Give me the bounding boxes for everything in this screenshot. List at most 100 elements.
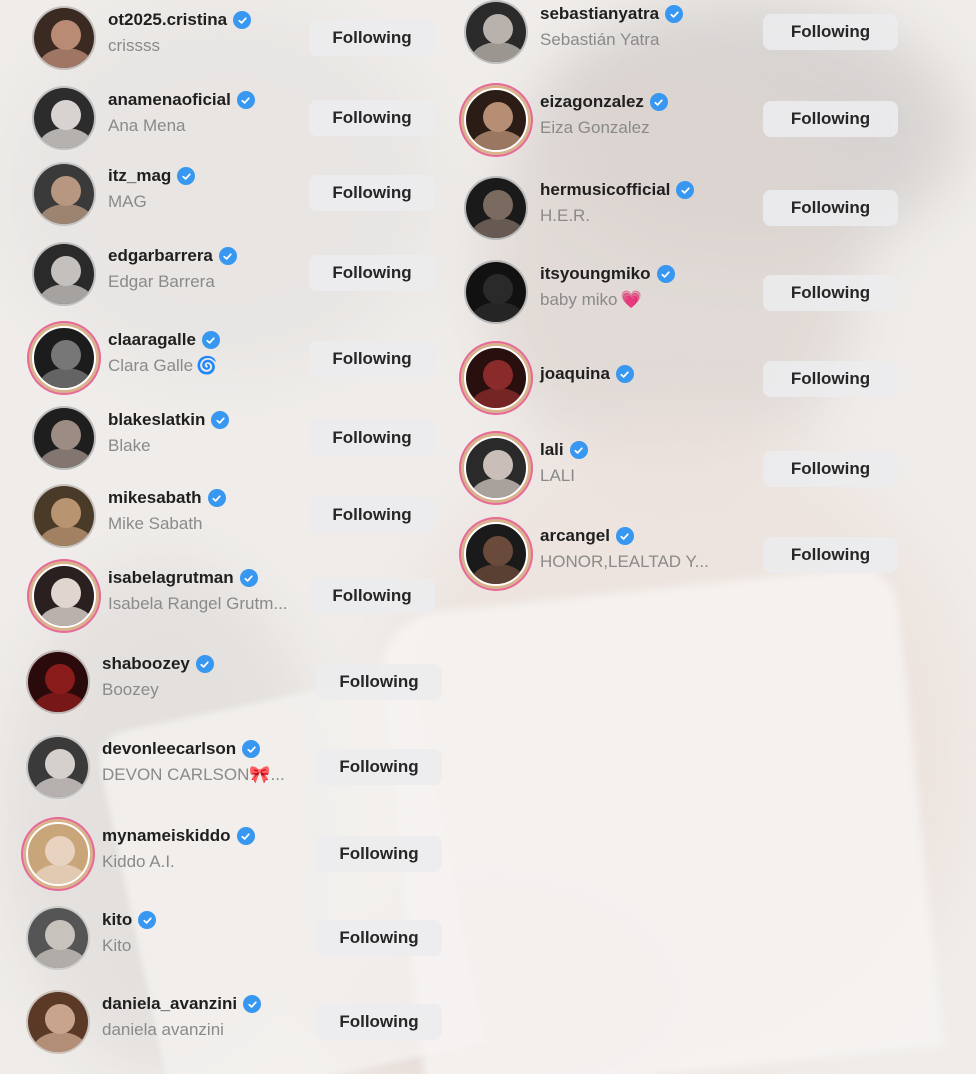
list-item[interactable]: shaboozey Boozey bbox=[26, 650, 326, 722]
following-button[interactable]: Following bbox=[309, 100, 435, 136]
username[interactable]: claaragalle bbox=[108, 330, 196, 350]
verified-badge-icon bbox=[211, 411, 230, 429]
verified-badge-icon bbox=[676, 181, 695, 199]
name-emoji: 💗 bbox=[620, 290, 642, 309]
display-name: Ana Mena bbox=[108, 116, 186, 135]
avatar[interactable] bbox=[26, 735, 90, 799]
username[interactable]: anamenaoficial bbox=[108, 90, 231, 110]
following-button[interactable]: Following bbox=[316, 664, 442, 700]
display-name: baby miko 💗 bbox=[540, 290, 642, 309]
username[interactable]: daniela_avanzini bbox=[102, 994, 237, 1014]
username[interactable]: kito bbox=[102, 910, 132, 930]
verified-badge-icon bbox=[242, 740, 261, 758]
display-name: Sebastián Yatra bbox=[540, 30, 660, 49]
avatar[interactable] bbox=[32, 86, 96, 150]
list-item[interactable]: kito Kito bbox=[26, 906, 326, 978]
verified-badge-icon bbox=[656, 265, 675, 283]
list-item[interactable]: edgarbarrera Edgar Barrera bbox=[32, 242, 332, 314]
following-button[interactable]: Following bbox=[309, 175, 435, 211]
username[interactable]: eizagonzalez bbox=[540, 92, 644, 112]
display-name: H.E.R. bbox=[540, 206, 591, 225]
following-button[interactable]: Following bbox=[763, 451, 898, 487]
list-item[interactable]: anamenaoficial Ana Mena bbox=[32, 86, 332, 158]
avatar[interactable] bbox=[464, 176, 528, 240]
avatar[interactable] bbox=[32, 162, 96, 226]
avatar[interactable] bbox=[464, 260, 528, 324]
following-button[interactable]: Following bbox=[309, 420, 435, 456]
verified-badge-icon bbox=[201, 331, 220, 349]
verified-badge-icon bbox=[239, 569, 258, 587]
avatar[interactable] bbox=[32, 484, 96, 548]
list-item[interactable]: arcangel HONOR,LEALTAD Y... bbox=[464, 522, 764, 594]
username[interactable]: itsyoungmiko bbox=[540, 264, 651, 284]
following-button[interactable]: Following bbox=[309, 497, 435, 533]
avatar[interactable] bbox=[464, 0, 528, 64]
username[interactable]: sebastianyatra bbox=[540, 4, 659, 24]
avatar[interactable] bbox=[26, 650, 90, 714]
following-button[interactable]: Following bbox=[316, 836, 442, 872]
username[interactable]: shaboozey bbox=[102, 654, 190, 674]
username[interactable]: mynameiskiddo bbox=[102, 826, 231, 846]
username[interactable]: joaquina bbox=[540, 364, 610, 384]
list-item[interactable]: hermusicofficial H.E.R. bbox=[464, 176, 764, 248]
avatar[interactable] bbox=[464, 346, 528, 410]
avatar[interactable] bbox=[32, 564, 96, 628]
following-button[interactable]: Following bbox=[763, 101, 898, 137]
following-button[interactable]: Following bbox=[316, 1004, 442, 1040]
list-item[interactable]: blakeslatkin Blake bbox=[32, 406, 332, 478]
list-item[interactable]: lali LALI bbox=[464, 436, 764, 508]
username[interactable]: arcangel bbox=[540, 526, 610, 546]
username[interactable]: isabelagrutman bbox=[108, 568, 234, 588]
list-item[interactable]: itsyoungmiko baby miko 💗 bbox=[464, 260, 764, 332]
verified-badge-icon bbox=[665, 5, 684, 23]
following-button[interactable]: Following bbox=[763, 14, 898, 50]
following-button[interactable]: Following bbox=[309, 20, 435, 56]
avatar[interactable] bbox=[32, 242, 96, 306]
list-item[interactable]: eizagonzalez Eiza Gonzalez bbox=[464, 88, 764, 160]
display-name: daniela avanzini bbox=[102, 1020, 224, 1039]
list-item[interactable]: mikesabath Mike Sabath bbox=[32, 484, 332, 556]
avatar[interactable] bbox=[32, 326, 96, 390]
avatar[interactable] bbox=[464, 522, 528, 586]
following-button[interactable]: Following bbox=[763, 190, 898, 226]
list-item[interactable]: sebastianyatra Sebastián Yatra bbox=[464, 0, 764, 72]
verified-badge-icon bbox=[207, 489, 226, 507]
list-item[interactable]: ot2025.cristina crissss bbox=[32, 6, 332, 78]
verified-badge-icon bbox=[236, 827, 255, 845]
username[interactable]: hermusicofficial bbox=[540, 180, 670, 200]
avatar[interactable] bbox=[26, 822, 90, 886]
username[interactable]: ot2025.cristina bbox=[108, 10, 227, 30]
avatar[interactable] bbox=[32, 406, 96, 470]
username[interactable]: lali bbox=[540, 440, 564, 460]
following-button[interactable]: Following bbox=[763, 275, 898, 311]
username[interactable]: edgarbarrera bbox=[108, 246, 213, 266]
list-item[interactable]: daniela_avanzinidaniela avanzini bbox=[26, 990, 326, 1062]
list-item[interactable]: mynameiskiddo Kiddo A.I. bbox=[26, 822, 326, 894]
avatar[interactable] bbox=[32, 6, 96, 70]
username[interactable]: blakeslatkin bbox=[108, 410, 205, 430]
list-item[interactable]: devonleecarlson DEVON CARLSON🎀... bbox=[26, 735, 326, 807]
list-item[interactable]: claaragalle Clara Galle 🌀 bbox=[32, 326, 332, 398]
avatar[interactable] bbox=[464, 436, 528, 500]
avatar[interactable] bbox=[464, 88, 528, 152]
following-button[interactable]: Following bbox=[316, 920, 442, 956]
following-button[interactable]: Following bbox=[763, 537, 898, 573]
username[interactable]: devonleecarlson bbox=[102, 739, 236, 759]
username[interactable]: itz_mag bbox=[108, 166, 171, 186]
display-name: Kiddo A.I. bbox=[102, 852, 175, 871]
following-button[interactable]: Following bbox=[309, 341, 435, 377]
following-button[interactable]: Following bbox=[309, 255, 435, 291]
following-button[interactable]: Following bbox=[763, 361, 898, 397]
following-button[interactable]: Following bbox=[309, 578, 435, 614]
verified-badge-icon bbox=[218, 247, 237, 265]
verified-badge-icon bbox=[243, 995, 262, 1013]
list-item[interactable]: itz_mag MAG bbox=[32, 162, 332, 234]
verified-badge-icon bbox=[195, 655, 214, 673]
list-item[interactable]: isabelagrutman Isabela Rangel Grutm... bbox=[32, 564, 332, 636]
following-button[interactable]: Following bbox=[316, 749, 442, 785]
list-item[interactable]: joaquina bbox=[464, 346, 764, 418]
username[interactable]: mikesabath bbox=[108, 488, 202, 508]
avatar[interactable] bbox=[26, 990, 90, 1054]
avatar[interactable] bbox=[26, 906, 90, 970]
name-emoji: 🌀 bbox=[196, 356, 218, 375]
